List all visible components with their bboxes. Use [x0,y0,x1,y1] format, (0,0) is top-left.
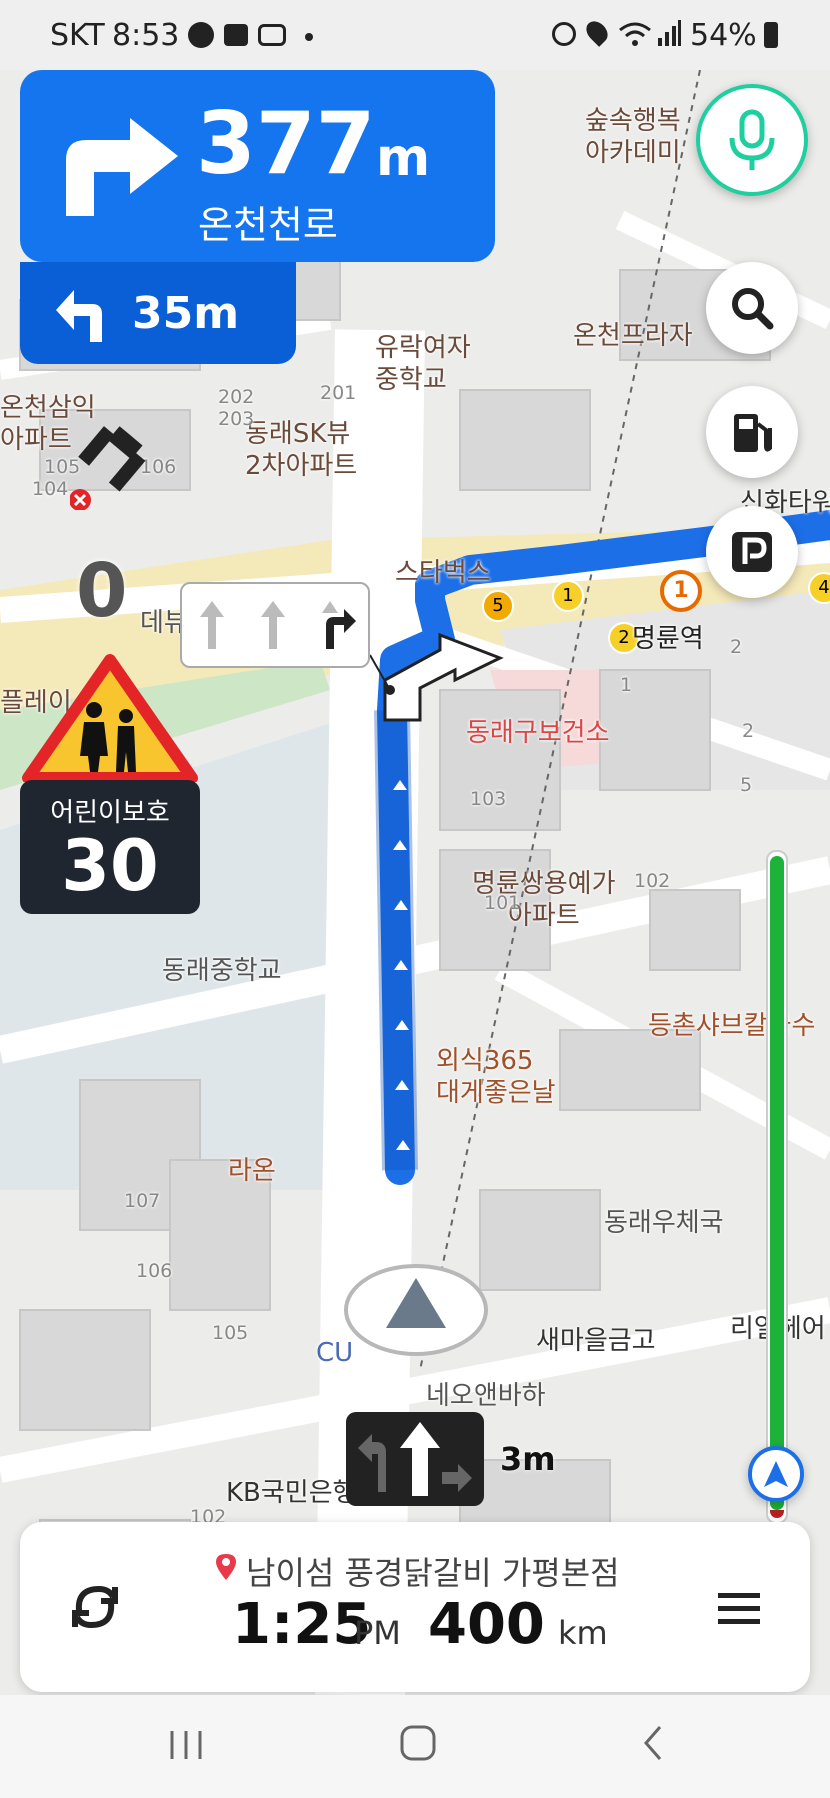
system-navigation-bar [0,1695,830,1798]
lane-guide [180,582,370,668]
building-number: 1 [620,674,633,696]
straight-right-arrow-icon [321,601,356,649]
building-number: 2 [742,720,755,742]
battery-percent: 54% [690,18,757,53]
speed-limit-value: 30 [61,825,159,907]
carrier-label: SKT [50,18,105,53]
building-number: 105 [212,1322,249,1344]
gas-station-icon [734,414,772,452]
place-label[interactable]: 숲속행복 아카데미 [585,105,681,169]
turn-distance: 377 [196,94,376,194]
alarm-icon [552,22,576,46]
recent-apps-icon[interactable] [166,1725,206,1765]
building-number: 107 [124,1190,161,1212]
place-label[interactable]: 등촌샤브칼국수 [648,1005,815,1042]
building-number: 203 [218,408,255,430]
parking-button[interactable] [706,506,798,598]
building-number: 202 [218,386,255,408]
parking-icon [732,532,772,572]
arrival-time: 1:25 [232,1592,372,1657]
destination-card[interactable]: 남이섬 풍경닭갈비 가평본점 1:25 PM 400 km [20,1522,810,1692]
building-number: 103 [470,788,507,810]
menu-button[interactable] [710,1578,770,1638]
search-button[interactable] [706,262,798,354]
building-number: 201 [320,382,357,404]
place-label[interactable]: 스타벅스 [395,552,491,589]
signal-icon [658,20,681,46]
back-icon[interactable] [634,1723,674,1763]
turn-guidance-card[interactable]: 377 m 온천천로 [20,70,495,262]
recenter-button[interactable] [748,1446,804,1502]
destination-name: 남이섬 풍경닭갈비 가평본점 [246,1554,620,1592]
children-crossing-icon [22,654,198,782]
home-icon[interactable] [398,1723,438,1763]
current-speed: 0 [76,548,128,634]
place-label[interactable]: 온천프라자 [573,315,693,352]
school-zone-label: 어린이보호 [50,798,170,828]
lane-hint-box [346,1412,484,1506]
gps-signal-lost-icon [70,426,146,510]
battery-icon [764,22,778,48]
gallery-icon [224,24,248,46]
building-number: 104 [32,478,69,500]
building-number: 2 [730,636,743,658]
arrival-ampm: PM [354,1614,401,1652]
recorder-icon [258,24,286,46]
subway-line-badge: 1 [552,580,584,612]
place-label[interactable]: 네오앤바하 [426,1375,546,1412]
road-name: 온천천로 [198,203,338,247]
subway-station-badge: 1 [660,570,702,612]
place-label[interactable]: 외식365 대게좋은날 [436,1045,556,1109]
recenter-compass-icon [764,1461,788,1487]
building-number: 106 [136,1260,173,1282]
route-progress-bar [766,850,788,1524]
place-label[interactable]: 유락여자 중학교 [375,332,471,396]
turn-right-arrow-icon [66,118,178,216]
search-icon [732,288,774,330]
location-pin-icon [216,1554,236,1580]
wifi-icon [619,22,651,46]
place-label[interactable]: CU [316,1338,353,1368]
straight-arrow-icon [200,601,225,649]
place-label[interactable]: 새마을금고 [536,1320,656,1357]
place-label[interactable]: 동래우체국 [604,1202,724,1239]
building-number: 101 [484,892,521,914]
microphone-icon [729,109,775,170]
dot-icon [305,33,313,41]
place-label[interactable]: 동래중학교 [162,950,282,987]
turn-left-arrow-icon [56,290,102,342]
place-label[interactable]: 동래구보건소 [466,712,610,749]
remaining-distance: 400 [428,1592,545,1657]
place-label[interactable]: 라온 [228,1150,276,1187]
lane-hint-arrows-icon [358,1422,472,1496]
station-label[interactable]: 명륜역 [632,618,704,655]
building-number: 102 [634,870,671,892]
subway-line-badge: 5 [482,590,514,622]
school-zone-sign: 어린이보호 30 [20,652,200,914]
place-label[interactable]: KB국민은행 [226,1472,357,1509]
next-turn-distance: 35m [132,288,240,339]
status-bar: SKT 8:53 54% [0,0,830,70]
status-time: 8:53 [112,18,180,53]
reroute-button[interactable] [60,1572,130,1642]
turn-distance-unit: m [376,128,431,188]
place-label[interactable]: 동래SK뷰 2차아파트 [245,418,357,482]
next-turn-card[interactable]: 35m [20,262,296,364]
remaining-distance-unit: km [558,1614,608,1652]
straight-arrow-icon [260,601,285,649]
car-icon [188,22,214,48]
voice-search-button[interactable] [696,84,808,196]
gas-station-button[interactable] [706,386,798,478]
building-number: 5 [740,774,753,796]
menu-icon [718,1592,760,1598]
reroute-icon [72,1585,118,1629]
location-icon [582,17,612,47]
lane-hint-distance: 3m [500,1440,556,1478]
